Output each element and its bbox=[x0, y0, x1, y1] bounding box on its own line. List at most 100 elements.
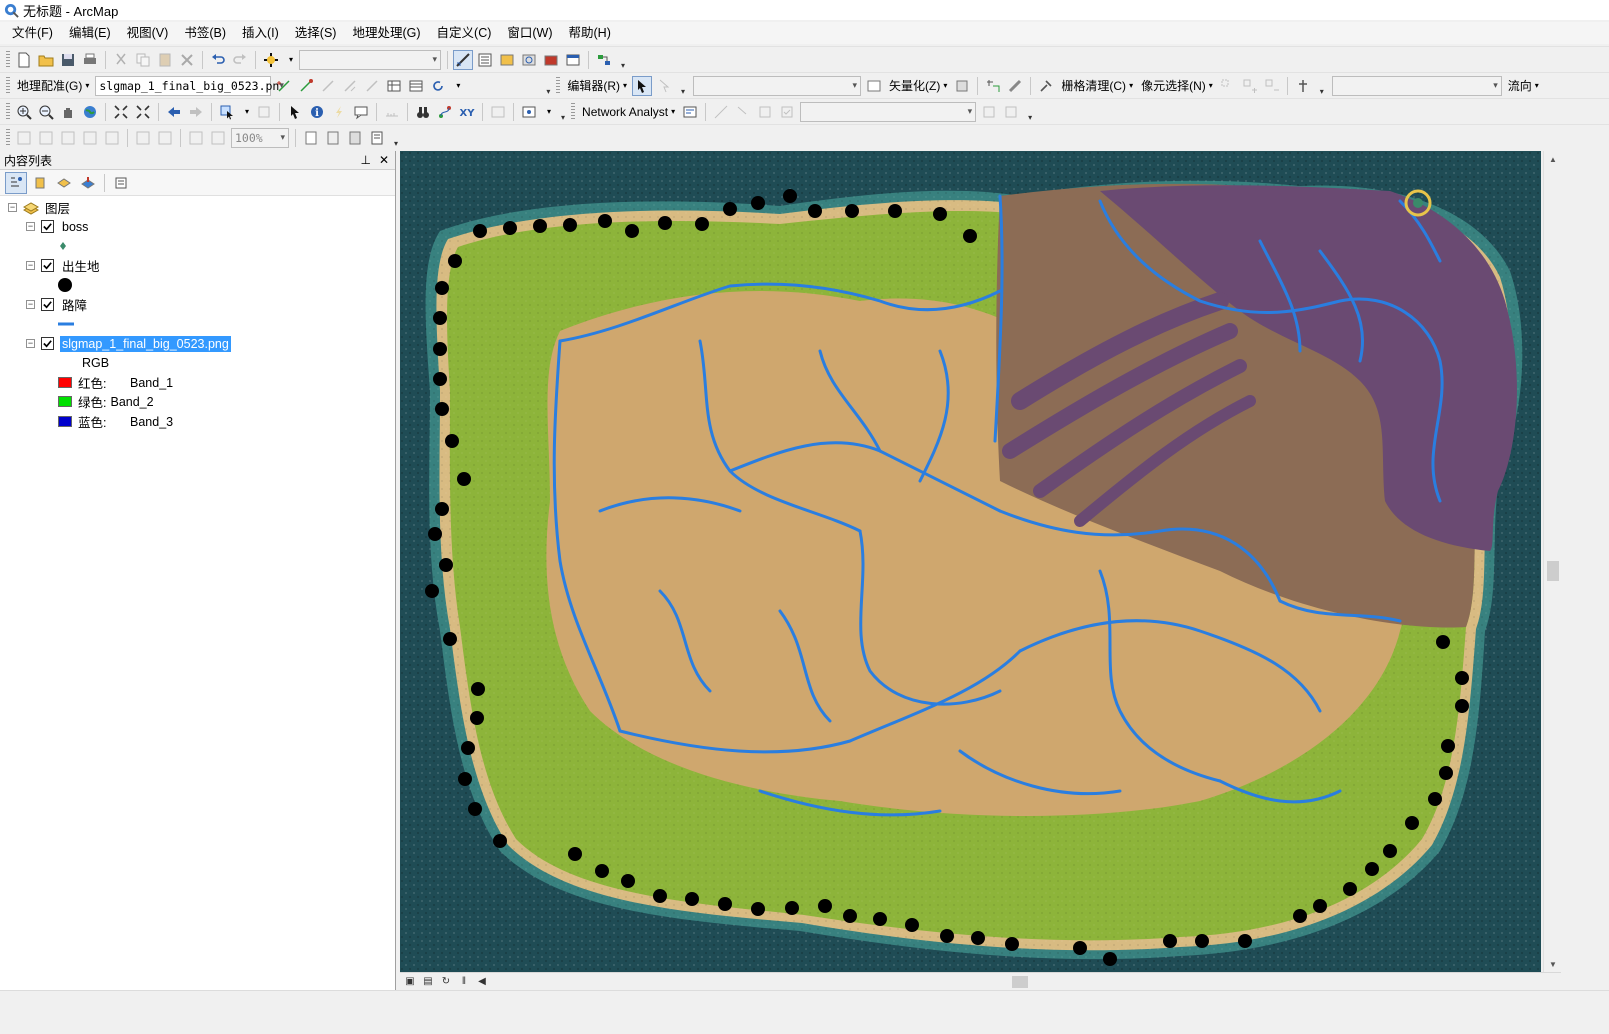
table-of-contents-icon[interactable] bbox=[475, 50, 495, 70]
select-connected-cells-icon[interactable] bbox=[1218, 76, 1238, 96]
zoom-whole-page-icon[interactable] bbox=[80, 128, 100, 148]
collapse-toggle[interactable]: − bbox=[26, 339, 35, 348]
select-features-icon[interactable] bbox=[217, 102, 237, 122]
select-network-location-icon[interactable] bbox=[733, 102, 753, 122]
editor-toolbar-icon[interactable] bbox=[453, 49, 474, 70]
save-icon[interactable] bbox=[58, 50, 78, 70]
flow-layer-combo[interactable]: ▾ bbox=[1331, 75, 1502, 96]
search-window-icon[interactable] bbox=[519, 50, 539, 70]
identify-icon[interactable]: i bbox=[307, 102, 327, 122]
layout-zoom-in-icon[interactable] bbox=[14, 128, 34, 148]
catalog-window-icon[interactable] bbox=[497, 50, 517, 70]
new-document-icon[interactable] bbox=[14, 50, 34, 70]
rotate-dropdown[interactable]: ▾ bbox=[449, 76, 464, 96]
menu-edit[interactable]: 编辑(E) bbox=[61, 23, 119, 43]
layout-forward-icon[interactable] bbox=[208, 128, 228, 148]
select-features-dropdown[interactable]: ▾ bbox=[238, 102, 253, 122]
layout-view-icon[interactable]: ▤ bbox=[420, 975, 436, 989]
time-slider-icon[interactable] bbox=[488, 102, 508, 122]
flow-tool-icon[interactable] bbox=[1293, 76, 1313, 96]
layer-name[interactable]: 路障 bbox=[60, 294, 89, 315]
zoom-100-icon[interactable] bbox=[102, 128, 122, 148]
horizontal-scroll-thumb[interactable] bbox=[1012, 976, 1028, 988]
toolbar-options-icon[interactable]: ▾ bbox=[678, 76, 688, 96]
layer-name-selected[interactable]: slgmap_1_final_big_0523.png bbox=[60, 335, 231, 352]
select-elements-icon[interactable] bbox=[285, 102, 305, 122]
menu-bookmarks[interactable]: 书签(B) bbox=[176, 23, 234, 43]
list-by-selection-icon[interactable] bbox=[77, 172, 99, 194]
menu-insert[interactable]: 插入(I) bbox=[234, 23, 287, 43]
pencil-icon[interactable] bbox=[1005, 76, 1025, 96]
menu-geoprocessing[interactable]: 地理处理(G) bbox=[344, 23, 428, 43]
auto-registration-icon[interactable] bbox=[362, 76, 382, 96]
toolbar-grip[interactable] bbox=[571, 102, 576, 121]
link-table-icon[interactable] bbox=[406, 76, 426, 96]
view-link-table-icon[interactable] bbox=[384, 76, 404, 96]
toolbar-options-icon[interactable]: ▾ bbox=[1317, 76, 1327, 96]
network-identify-icon[interactable] bbox=[979, 102, 999, 122]
trace-icon[interactable] bbox=[983, 76, 1003, 96]
find-route-icon[interactable] bbox=[435, 102, 455, 122]
map-canvas[interactable] bbox=[400, 151, 1541, 972]
toolbar-options-icon[interactable]: ▾ bbox=[618, 50, 628, 70]
toolbar-grip[interactable] bbox=[556, 76, 561, 95]
build-network-icon[interactable] bbox=[755, 102, 775, 122]
collapse-toggle[interactable]: − bbox=[26, 300, 35, 309]
clear-selection-icon[interactable] bbox=[254, 102, 274, 122]
pause-drawing-icon[interactable]: ‖ bbox=[456, 975, 472, 989]
refresh-icon[interactable]: ↻ bbox=[438, 975, 454, 989]
raster-cleanup-pin-icon[interactable] bbox=[1036, 76, 1056, 96]
menu-customize[interactable]: 自定义(C) bbox=[429, 23, 500, 43]
roadblock-symbol[interactable] bbox=[56, 314, 76, 333]
pan-hand-icon[interactable] bbox=[58, 102, 78, 122]
edit-annotation-icon[interactable] bbox=[654, 76, 674, 96]
data-view-icon[interactable]: ▣ bbox=[402, 975, 418, 989]
pin-icon[interactable]: ⊥ bbox=[360, 153, 370, 167]
toolbar-grip[interactable] bbox=[6, 50, 10, 69]
close-icon[interactable]: ✕ bbox=[379, 153, 389, 167]
menu-view[interactable]: 视图(V) bbox=[119, 23, 177, 43]
toolbar-grip[interactable] bbox=[6, 128, 10, 147]
remove-cells-icon[interactable] bbox=[1262, 76, 1282, 96]
paste-icon[interactable] bbox=[155, 50, 175, 70]
rotate-icon[interactable] bbox=[428, 76, 448, 96]
layers-root[interactable]: − 图层 bbox=[8, 198, 72, 217]
directions-icon[interactable] bbox=[1001, 102, 1021, 122]
data-driven-pages-icon[interactable] bbox=[367, 128, 387, 148]
toolbar-options-icon[interactable]: ▾ bbox=[558, 102, 568, 122]
arctoolbox-icon[interactable] bbox=[541, 50, 561, 70]
list-by-source-icon[interactable] bbox=[29, 172, 51, 194]
scroll-left-icon[interactable]: ◀ bbox=[474, 975, 490, 989]
focus-data-frame-icon[interactable] bbox=[323, 128, 343, 148]
toolbar-options-icon[interactable]: ▾ bbox=[543, 76, 553, 96]
fixed-zoom-in-icon[interactable] bbox=[111, 102, 131, 122]
forward-extent-icon[interactable] bbox=[186, 102, 206, 122]
measure-icon[interactable] bbox=[382, 102, 402, 122]
menu-window[interactable]: 窗口(W) bbox=[499, 23, 560, 43]
vectorization-menu[interactable]: 矢量化(Z) ▾ bbox=[885, 76, 951, 96]
collapse-toggle[interactable]: − bbox=[8, 203, 17, 212]
raster-cleanup-menu[interactable]: 栅格清理(C) ▾ bbox=[1057, 76, 1137, 96]
menu-file[interactable]: 文件(F) bbox=[4, 23, 61, 43]
georef-layer-combo[interactable]: slgmap_1_final_big_0523.pn ▾ bbox=[95, 75, 284, 96]
go-to-xy-icon[interactable]: XY bbox=[457, 102, 477, 122]
html-popup-icon[interactable] bbox=[351, 102, 371, 122]
back-extent-icon[interactable] bbox=[164, 102, 184, 122]
scroll-thumb[interactable] bbox=[1547, 561, 1559, 581]
editor-menu[interactable]: 编辑器(R) ▾ bbox=[563, 76, 631, 96]
zoom-in-icon[interactable] bbox=[14, 102, 34, 122]
control-point-icon[interactable] bbox=[296, 76, 316, 96]
menu-help[interactable]: 帮助(H) bbox=[561, 23, 619, 43]
layer-visibility-checkbox[interactable] bbox=[41, 259, 54, 272]
list-by-visibility-icon[interactable] bbox=[53, 172, 75, 194]
undo-icon[interactable] bbox=[208, 50, 228, 70]
network-analyst-window-icon[interactable] bbox=[680, 102, 700, 122]
full-extent-globe-icon[interactable] bbox=[80, 102, 100, 122]
layer-visibility-checkbox[interactable] bbox=[41, 337, 54, 350]
zoom-out-icon[interactable] bbox=[36, 102, 56, 122]
find-binoculars-icon[interactable] bbox=[413, 102, 433, 122]
spawn-symbol[interactable] bbox=[56, 275, 74, 294]
layer-name[interactable]: boss bbox=[60, 219, 90, 235]
python-window-icon[interactable] bbox=[563, 50, 583, 70]
layer-roadblock[interactable]: − 路障 bbox=[26, 295, 89, 314]
